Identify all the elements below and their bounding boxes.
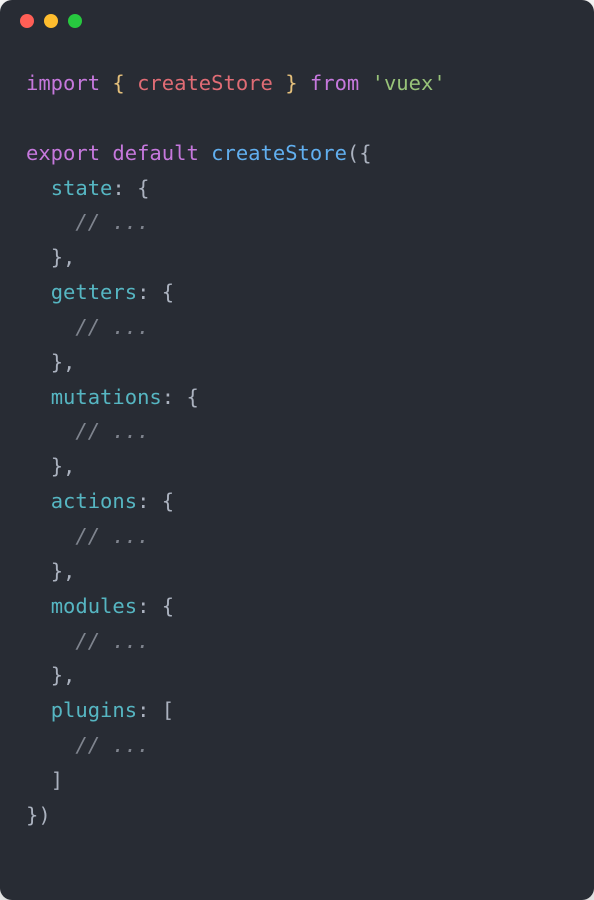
prop-mutations: mutations [51, 385, 162, 409]
indent [26, 768, 51, 792]
comment: // ... [75, 210, 149, 234]
indent [26, 663, 51, 687]
code-window: import { createStore } from 'vuex' expor… [0, 0, 594, 900]
brace-open: { [112, 71, 124, 95]
colon: : [137, 280, 149, 304]
comma: , [63, 454, 75, 478]
colon: : [162, 385, 174, 409]
colon: : [112, 176, 124, 200]
block-close: } [51, 454, 63, 478]
comment: // ... [75, 419, 149, 443]
keyword-default: default [112, 141, 198, 165]
paren-close: ) [38, 803, 50, 827]
string-vuex: 'vuex' [372, 71, 446, 95]
array-close: ] [51, 768, 63, 792]
colon: : [137, 698, 149, 722]
block-open: { [162, 489, 174, 513]
prop-plugins: plugins [51, 698, 137, 722]
indent [26, 385, 51, 409]
obj-close: } [26, 803, 38, 827]
prop-modules: modules [51, 594, 137, 618]
indent [26, 210, 75, 234]
indent [26, 733, 75, 757]
block-open: { [162, 594, 174, 618]
comma: , [63, 350, 75, 374]
block-close: } [51, 559, 63, 583]
block-open: { [186, 385, 198, 409]
indent [26, 419, 75, 443]
obj-open: { [359, 141, 371, 165]
keyword-from: from [310, 71, 359, 95]
comment: // ... [75, 524, 149, 548]
indent [26, 698, 51, 722]
indent [26, 315, 75, 339]
indent [26, 280, 51, 304]
indent [26, 245, 51, 269]
comment: // ... [75, 733, 149, 757]
comma: , [63, 245, 75, 269]
indent [26, 559, 51, 583]
code-block: import { createStore } from 'vuex' expor… [0, 42, 594, 857]
block-close: } [51, 663, 63, 687]
block-close: } [51, 350, 63, 374]
indent [26, 629, 75, 653]
block-open: { [137, 176, 149, 200]
comment: // ... [75, 629, 149, 653]
colon: : [137, 594, 149, 618]
paren-open: ( [347, 141, 359, 165]
indent [26, 524, 75, 548]
comment: // ... [75, 315, 149, 339]
block-open: { [162, 280, 174, 304]
indent [26, 489, 51, 513]
function-createstore: createStore [211, 141, 347, 165]
colon: : [137, 489, 149, 513]
block-close: } [51, 245, 63, 269]
keyword-import: import [26, 71, 100, 95]
indent [26, 594, 51, 618]
indent [26, 454, 51, 478]
indent [26, 176, 51, 200]
identifier-createstore: createStore [137, 71, 273, 95]
comma: , [63, 663, 75, 687]
brace-close: } [285, 71, 297, 95]
maximize-icon[interactable] [68, 14, 82, 28]
keyword-export: export [26, 141, 100, 165]
prop-actions: actions [51, 489, 137, 513]
title-bar [0, 0, 594, 42]
minimize-icon[interactable] [44, 14, 58, 28]
close-icon[interactable] [20, 14, 34, 28]
prop-getters: getters [51, 280, 137, 304]
prop-state: state [51, 176, 113, 200]
indent [26, 350, 51, 374]
array-open: [ [162, 698, 174, 722]
comma: , [63, 559, 75, 583]
